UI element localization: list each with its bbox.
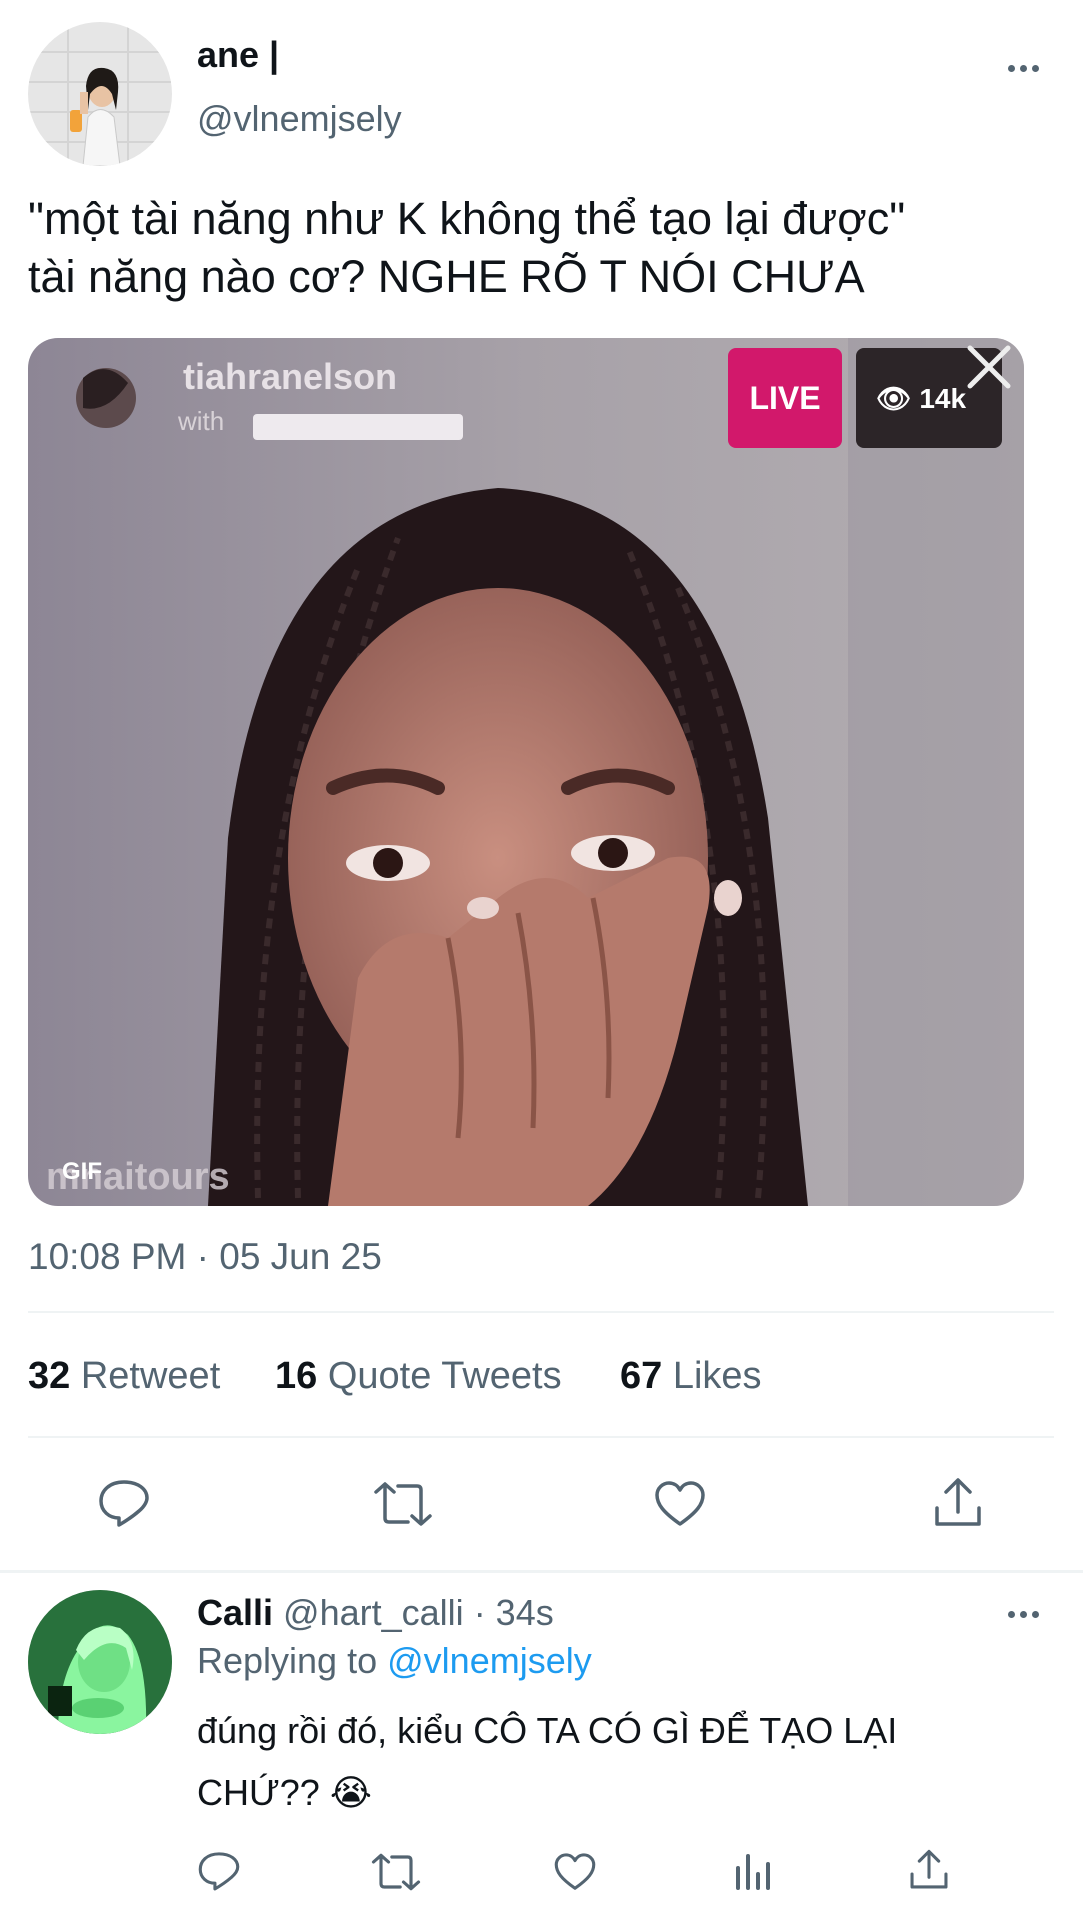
reply-text-line-2: CHỨ?? 😭 <box>197 1762 1057 1824</box>
viewer-count: 👁 14k <box>876 382 966 415</box>
retweet-stat[interactable]: 32 Retweet <box>28 1355 220 1398</box>
like-icon[interactable] <box>653 1480 707 1528</box>
replying-to-prefix: Replying to <box>197 1640 378 1681</box>
like-icon[interactable] <box>553 1852 597 1892</box>
replying-to: Replying to @vlnemjsely <box>197 1640 592 1682</box>
eye-icon: 👁 <box>876 383 912 414</box>
reply-more-options-icon[interactable] <box>1008 1611 1039 1618</box>
reply-header: Calli @hart_calli · 34s <box>197 1592 554 1634</box>
tweet-text: "một tài năng như K không thể tạo lại đư… <box>28 190 1068 306</box>
quote-label: Quote Tweets <box>327 1355 562 1397</box>
author-name[interactable]: ane | <box>197 34 279 76</box>
live-badge: LIVE <box>749 380 821 416</box>
retweet-icon[interactable] <box>370 1852 422 1892</box>
reply-icon[interactable] <box>197 1850 241 1892</box>
gif-badge: GIF <box>62 1158 102 1185</box>
crying-emoji: 😭 <box>329 1772 372 1813</box>
reply-text: đúng rồi đó, kiểu CÔ TA CÓ GÌ ĐỂ TẠO LẠI… <box>197 1700 1057 1824</box>
divider <box>28 1436 1054 1438</box>
tweet-timestamp[interactable]: 10:08 PM · 05 Jun 25 <box>28 1236 382 1278</box>
quote-tweets-stat[interactable]: 16 Quote Tweets <box>275 1355 562 1398</box>
replying-to-handle[interactable]: @vlnemjsely <box>387 1640 592 1681</box>
tweet-text-line: tài năng nào cơ? NGHE RÕ T NÓI CHƯA <box>28 251 865 302</box>
overlay-username: tiahranelson <box>183 356 398 397</box>
likes-stat[interactable]: 67 Likes <box>620 1355 762 1398</box>
reply-icon[interactable] <box>97 1478 151 1528</box>
tweet-text-line: "một tài năng như K không thể tạo lại đư… <box>28 193 906 244</box>
reply-author-avatar[interactable] <box>28 1590 172 1734</box>
divider <box>28 1311 1054 1313</box>
likes-label: Likes <box>672 1355 762 1397</box>
reply-author-name[interactable]: Calli <box>197 1592 273 1633</box>
likes-count: 67 <box>620 1355 663 1397</box>
retweet-count: 32 <box>28 1355 71 1397</box>
reply-text-line: đúng rồi đó, kiểu CÔ TA CÓ GÌ ĐỂ TẠO LẠI <box>197 1710 898 1751</box>
overlay-with: with <box>178 406 225 436</box>
retweet-label: Retweet <box>80 1355 221 1397</box>
reply-time[interactable]: · 34s <box>474 1592 554 1633</box>
tweet-media-gif[interactable]: tiahranelson with LIVE 👁 14k mnaitours G… <box>28 338 1024 1206</box>
share-icon[interactable] <box>908 1848 950 1892</box>
retweet-icon[interactable] <box>372 1480 434 1528</box>
author-handle[interactable]: @vlnemjsely <box>197 98 402 140</box>
section-divider <box>0 1570 1083 1573</box>
quote-count: 16 <box>275 1355 318 1397</box>
share-icon[interactable] <box>932 1476 984 1530</box>
reply-author-handle[interactable]: @hart_calli <box>283 1592 464 1633</box>
more-options-icon[interactable] <box>1008 65 1039 72</box>
viewer-count-value: 14k <box>919 383 967 414</box>
author-avatar[interactable] <box>28 22 172 166</box>
reply-text-line: CHỨ?? <box>197 1772 320 1813</box>
analytics-icon[interactable] <box>732 1850 774 1892</box>
